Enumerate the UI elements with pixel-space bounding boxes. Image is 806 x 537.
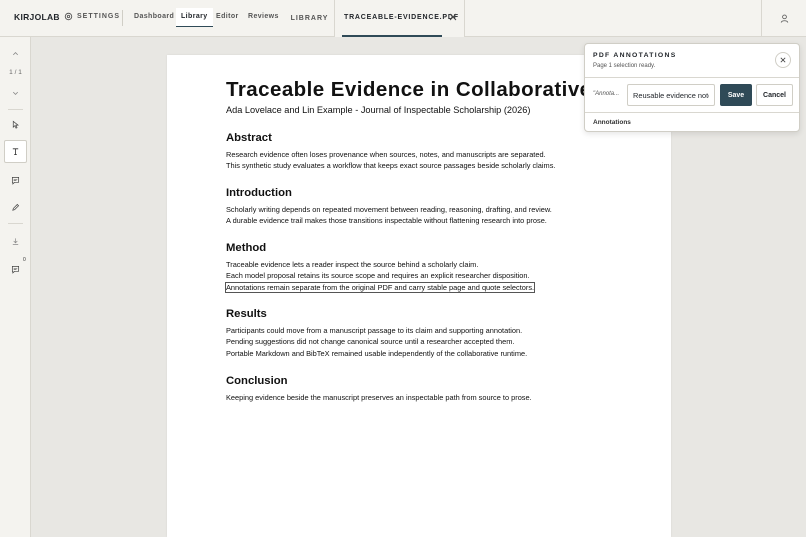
save-button[interactable]: Save	[720, 84, 752, 106]
nav-tab-editor[interactable]: Editor	[216, 13, 239, 20]
user-icon	[780, 14, 788, 23]
settings-label: SETTINGS	[77, 13, 121, 20]
chevron-up-icon	[12, 52, 19, 56]
text-line: Portable Markdown and BibTeX remained us…	[226, 348, 528, 358]
text-line: Each model proposal retains its source s…	[226, 271, 530, 281]
section-heading-abstract: Abstract	[226, 132, 272, 144]
section-body-results[interactable]: Participants could move from a manuscrip…	[226, 325, 527, 359]
nav-tab-dashboard[interactable]: Dashboard	[134, 13, 174, 20]
gear-icon	[64, 12, 73, 21]
close-panel-button[interactable]	[775, 52, 791, 68]
close-icon	[780, 57, 786, 63]
divider	[585, 112, 799, 113]
text-line: Pending suggestions did not change canon…	[226, 337, 515, 347]
panel-status: Page 1 selection ready.	[593, 63, 656, 69]
selected-text[interactable]: Annotations remain separate from the ori…	[224, 281, 536, 293]
text-line: Scholarly writing depends on repeated mo…	[226, 205, 552, 214]
top-bar: KIRJOLAB SETTINGS Dashboard Library Edit…	[0, 0, 806, 37]
page-counter: 1 / 1	[9, 69, 22, 76]
annotations-list-heading: Annotations	[593, 119, 631, 126]
text-line: This synthetic study evaluates a workflo…	[226, 161, 556, 171]
text-line: A durable evidence trail makes those tra…	[226, 216, 547, 226]
text-select-icon	[12, 148, 19, 156]
app-logo: KIRJOLAB	[14, 12, 60, 22]
divider	[122, 10, 123, 26]
section-heading-method: Method	[226, 242, 267, 254]
section-heading-introduction: Introduction	[226, 187, 292, 199]
nav-tab-library[interactable]: Library	[176, 8, 213, 27]
nav-tab-reviews[interactable]: Reviews	[248, 13, 279, 20]
annotations-list-icon	[11, 265, 20, 274]
section-heading-results: Results	[226, 308, 267, 320]
settings-button[interactable]: SETTINGS	[64, 12, 120, 21]
pen-icon	[12, 203, 20, 211]
comment-icon	[11, 176, 20, 185]
divider	[585, 77, 799, 78]
cancel-button[interactable]: Cancel	[756, 84, 793, 106]
annotation-note-input[interactable]	[627, 84, 715, 106]
close-icon[interactable]	[449, 13, 457, 21]
library-tab[interactable]: LIBRARY	[285, 0, 335, 37]
tool-rail: 1 / 1 0	[0, 37, 31, 537]
pdf-annotations-panel: PDF ANNOTATIONS Page 1 selection ready. …	[584, 43, 800, 132]
download-button[interactable]	[4, 230, 27, 253]
select-tool-button[interactable]	[4, 113, 27, 136]
previous-page-button[interactable]	[4, 42, 27, 65]
section-body-conclusion[interactable]: Keeping evidence beside the manuscript p…	[226, 392, 532, 403]
document-tab[interactable]: TRACEABLE-EVIDENCE.PDF	[335, 0, 465, 37]
divider	[8, 223, 23, 224]
cursor-icon	[12, 120, 19, 129]
section-heading-conclusion: Conclusion	[226, 375, 288, 387]
selected-quote-preview: "Annota...	[593, 91, 620, 97]
section-body-method[interactable]: Traceable evidence lets a reader inspect…	[224, 259, 536, 293]
document-authors: Ada Lovelace and Lin Example - Journal o…	[226, 105, 531, 115]
divider	[8, 109, 23, 110]
section-body-abstract[interactable]: Research evidence often loses provenance…	[226, 149, 555, 172]
comment-tool-button[interactable]	[4, 169, 27, 192]
next-page-button[interactable]	[4, 82, 27, 105]
user-menu-button[interactable]	[761, 0, 806, 37]
text-line: Traceable evidence lets a reader inspect…	[226, 260, 479, 269]
text-line: Keeping evidence beside the manuscript p…	[226, 393, 532, 402]
active-tab-indicator	[342, 35, 442, 37]
panel-title: PDF ANNOTATIONS	[593, 52, 677, 59]
chevron-down-icon	[12, 91, 19, 95]
section-body-introduction[interactable]: Scholarly writing depends on repeated mo…	[226, 204, 552, 227]
download-icon	[12, 238, 19, 246]
text-line: Research evidence often loses provenance…	[226, 150, 546, 159]
pen-tool-button[interactable]	[4, 196, 27, 219]
text-line: Participants could move from a manuscrip…	[226, 326, 523, 335]
annotation-count-badge: 0	[23, 257, 26, 263]
text-select-tool-button[interactable]	[4, 140, 27, 163]
document-tab-label: TRACEABLE-EVIDENCE.PDF	[344, 14, 459, 21]
